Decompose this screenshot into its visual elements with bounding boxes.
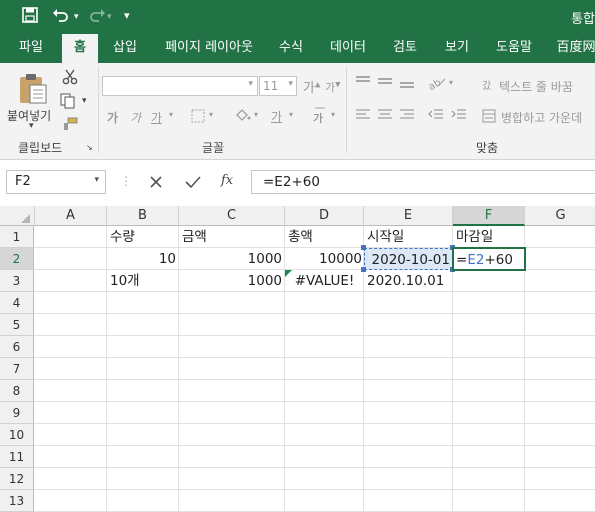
tab-view[interactable]: 보기 (436, 34, 478, 63)
worksheet-grid[interactable]: A B C D E F G 1 2 3 4 5 6 7 8 9 10 11 12… (0, 206, 595, 512)
svg-text:가: 가 (313, 112, 323, 125)
tab-page-layout[interactable]: 페이지 레이아웃 (156, 34, 262, 63)
align-bottom-icon[interactable] (399, 75, 415, 89)
cell-f2-active[interactable]: =E2+60 (452, 247, 526, 271)
name-box-dropdown-icon[interactable]: ▾ (94, 175, 99, 185)
clipboard-launcher-icon[interactable]: ↘ (86, 143, 93, 152)
merge-center-icon[interactable] (482, 109, 496, 123)
tab-help[interactable]: 도움말 (488, 34, 540, 63)
decrease-indent-icon[interactable] (428, 108, 444, 122)
increase-indent-icon[interactable] (451, 108, 467, 122)
font-size-value: 11 (263, 79, 279, 93)
format-painter-icon[interactable] (62, 117, 78, 131)
cell-e1[interactable]: 시작일 (364, 226, 453, 248)
merge-center-button[interactable]: 병합하고 가운데 (501, 109, 582, 126)
cell-b3[interactable]: 10개 (107, 270, 179, 292)
paste-dropdown-icon[interactable]: ▾ (29, 121, 34, 131)
group-divider (346, 67, 347, 153)
underline-button[interactable]: 가 (151, 109, 162, 126)
tab-data[interactable]: 데이터 (322, 34, 374, 63)
tab-home[interactable]: 홈 (62, 34, 98, 63)
copy-dropdown-icon[interactable]: ▾ (82, 96, 87, 106)
bold-button[interactable]: 가 (107, 109, 118, 126)
tab-formulas[interactable]: 수식 (270, 34, 312, 63)
formula-reference: E2 (467, 252, 485, 268)
paste-icon[interactable] (16, 71, 50, 105)
formula-input[interactable]: =E2+60 (251, 170, 595, 194)
copy-icon[interactable] (60, 93, 78, 109)
enter-check-icon[interactable] (185, 175, 201, 189)
ribbon-tabs: 파일 홈 삽입 페이지 레이아웃 수식 데이터 검토 보기 도움말 百度网 (0, 34, 595, 63)
cell-c2[interactable]: 1000 (179, 248, 285, 270)
align-top-icon[interactable] (355, 75, 371, 89)
cell-b1[interactable]: 수량 (107, 226, 179, 248)
font-name-box[interactable]: ▾ (102, 76, 258, 96)
align-left-icon[interactable] (355, 108, 371, 122)
align-center-icon[interactable] (377, 108, 393, 122)
increase-font-icon[interactable]: 가▲ (303, 77, 320, 96)
formula-bar-grip-icon: ⋮ (120, 174, 132, 188)
cell-b2[interactable]: 10 (107, 248, 179, 270)
group-divider (98, 67, 99, 153)
svg-text:갔: 갔 (482, 80, 491, 92)
cell-e2[interactable]: 2020-10-01 (364, 248, 453, 270)
tab-review[interactable]: 검토 (384, 34, 426, 63)
save-icon[interactable] (22, 7, 38, 23)
tab-insert[interactable]: 삽입 (104, 34, 146, 63)
fill-color-dropdown-icon[interactable]: ▾ (254, 110, 258, 119)
font-color-dropdown-icon[interactable]: ▾ (289, 110, 293, 119)
cell-c1[interactable]: 금액 (179, 226, 285, 248)
orientation-dropdown-icon[interactable]: ▾ (449, 78, 453, 87)
fill-color-icon[interactable] (234, 108, 252, 124)
italic-button[interactable]: 가 (130, 109, 141, 126)
redo-icon[interactable] (88, 7, 106, 23)
redo-dropdown-icon[interactable]: ▾ (107, 12, 112, 22)
phonetic-dropdown-icon[interactable]: ▾ (331, 110, 335, 119)
borders-dropdown-icon[interactable]: ▾ (209, 110, 213, 119)
phonetic-guide-icon[interactable]: 가 (312, 105, 328, 125)
undo-icon[interactable] (52, 7, 70, 23)
alignment-group-label: 맞춤 (476, 141, 499, 155)
borders-icon[interactable] (191, 109, 205, 123)
cut-icon[interactable] (62, 69, 78, 85)
formula-equals: = (456, 252, 468, 268)
font-size-dropdown-icon[interactable]: ▾ (288, 79, 293, 89)
name-box[interactable]: F2 ▾ (6, 170, 106, 194)
title-bar: ▾ ▾ ▾ 통합 (0, 0, 595, 34)
formula-text: =E2+60 (263, 174, 320, 190)
ribbon: 붙여넣기 ▾ ▾ 클립보드 ↘ ▾ 11 ▾ 가▲ 가▼ 가 가 가 ▾ ▾ ▾… (0, 63, 595, 160)
clipboard-group-label: 클립보드 (18, 141, 63, 155)
window-title: 통합 (571, 12, 595, 27)
wrap-text-icon[interactable]: 갔 (482, 78, 496, 92)
cell-d2[interactable]: 10000 (285, 248, 364, 270)
formula-remainder: +60 (484, 252, 513, 268)
align-right-icon[interactable] (399, 108, 415, 122)
customize-toolbar-icon[interactable]: ▾ (124, 9, 130, 22)
align-middle-icon[interactable] (377, 75, 393, 89)
tab-file[interactable]: 파일 (10, 34, 52, 63)
font-color-button[interactable]: 가 (271, 108, 282, 125)
cell-d3[interactable]: #VALUE! (285, 270, 364, 292)
undo-dropdown-icon[interactable]: ▾ (74, 12, 79, 22)
ref-handle[interactable] (361, 245, 366, 250)
cell-f1[interactable]: 마감일 (453, 226, 525, 248)
font-group-label: 글꼴 (202, 141, 225, 155)
font-size-box[interactable]: 11 ▾ (259, 76, 297, 96)
orientation-icon[interactable]: ab (428, 76, 446, 90)
cancel-icon[interactable] (149, 175, 163, 189)
cell-e3[interactable]: 2020.10.01 (364, 270, 453, 292)
font-name-dropdown-icon[interactable]: ▾ (248, 79, 253, 89)
tab-baidu[interactable]: 百度网 (548, 34, 595, 63)
decrease-font-icon[interactable]: 가▼ (325, 79, 341, 95)
name-box-value: F2 (15, 174, 31, 189)
cell-c3[interactable]: 1000 (179, 270, 285, 292)
cell-d1[interactable]: 총액 (285, 226, 364, 248)
underline-dropdown-icon[interactable]: ▾ (169, 110, 173, 119)
insert-function-icon[interactable]: fx (221, 173, 233, 188)
wrap-text-button[interactable]: 텍스트 줄 바꿈 (499, 78, 573, 95)
